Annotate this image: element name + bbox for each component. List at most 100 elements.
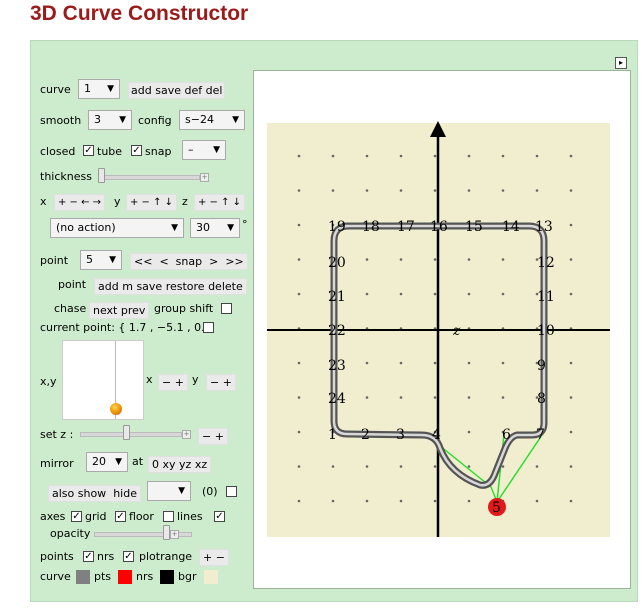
point-save-button[interactable]: save [136, 280, 162, 293]
grid-dot [467, 189, 471, 192]
point-label: point [40, 254, 69, 267]
axes-checkbox[interactable]: ✓ [71, 511, 82, 522]
expand-icon[interactable]: ▸ [615, 57, 627, 69]
setz-expand-icon[interactable]: + [182, 430, 191, 439]
plotrange-buttons[interactable]: + − [199, 549, 229, 566]
chase-prev-button[interactable]: prev [121, 304, 146, 317]
thickness-slider-thumb[interactable] [98, 168, 105, 183]
first-point-button[interactable]: << [134, 255, 152, 268]
closed-checkbox[interactable]: ✓ [83, 145, 94, 156]
grid-dot [569, 189, 573, 192]
curve-del-button[interactable]: del [206, 84, 223, 97]
grid-dot [569, 292, 573, 296]
current-point-checkbox[interactable] [203, 322, 214, 333]
opacity-expand-icon[interactable]: + [170, 530, 179, 539]
curve-select[interactable]: 1 ▼ [78, 79, 120, 99]
opacity-slider-thumb[interactable] [163, 525, 170, 540]
floor-color-swatch[interactable] [204, 570, 218, 584]
axes-label: axes [40, 510, 66, 523]
next-point-button[interactable]: > [209, 255, 218, 268]
point-add-button[interactable]: add [98, 280, 119, 293]
prev-point-button[interactable]: < [159, 255, 168, 268]
lines-checkbox[interactable]: ✓ [214, 511, 225, 522]
config-label: config [138, 114, 172, 127]
point-select[interactable]: 5 ▼ [80, 250, 122, 270]
grid-dot [535, 154, 539, 158]
nrs-color-swatch[interactable] [118, 570, 132, 584]
curve-save-button[interactable]: save [155, 84, 181, 97]
chevron-down-icon: ▼ [115, 457, 122, 467]
action-select[interactable]: (no action) ▼ [50, 218, 184, 238]
snap-select[interactable]: – ▼ [182, 140, 226, 160]
angle-select[interactable]: 30 ▼ [190, 218, 240, 238]
xy-label: x,y [40, 375, 57, 388]
floor-checkbox[interactable] [163, 511, 174, 522]
y-move-buttons[interactable]: + − ↑ ↓ [126, 194, 178, 211]
pts-color-swatch[interactable] [76, 570, 90, 584]
grid-dot [433, 396, 437, 399]
xy-pad-handle[interactable] [110, 403, 122, 415]
mirror-xz-button[interactable]: xz [195, 458, 207, 471]
mirror-0-button[interactable]: 0 [152, 458, 159, 471]
point-actions-label: point [58, 278, 87, 291]
setz-nudge-buttons[interactable]: − + [198, 428, 228, 445]
grid-dot [399, 465, 403, 468]
chevron-down-icon: ▼ [119, 115, 126, 125]
thickness-label: thickness [40, 170, 92, 183]
bgr-color-swatch[interactable] [160, 570, 174, 584]
chase-next-button[interactable]: next [93, 304, 117, 317]
chevron-down-icon: ▼ [178, 486, 185, 496]
grid-dot [535, 499, 539, 503]
plot-svg[interactable]: z 1 2 3 456 78910111213141516171819202122232… [254, 71, 630, 588]
grid-dot [535, 189, 539, 192]
grid-dot [297, 361, 301, 365]
grid-dot [365, 189, 369, 192]
point-number-label: 11 [537, 289, 555, 305]
point-delete-button[interactable]: delete [208, 280, 243, 293]
point-number-label: 4 [432, 427, 441, 443]
grid-dot [331, 189, 335, 192]
grid-dot [399, 154, 403, 158]
zero-label: (0) [202, 485, 218, 498]
thickness-expand-icon[interactable]: + [200, 173, 209, 182]
also-show-button[interactable]: also show hide [48, 485, 141, 502]
grid-dot [433, 499, 437, 503]
mirror-yz-button[interactable]: yz [179, 458, 191, 471]
z-move-buttons[interactable]: + − ↑ ↓ [194, 194, 246, 211]
hide-button[interactable]: hide [113, 487, 137, 500]
x-nudge-buttons[interactable]: − + [158, 374, 188, 391]
tube-label: tube [97, 145, 123, 158]
also-show-select[interactable]: ▼ [147, 481, 191, 501]
smooth-select[interactable]: 3 ▼ [88, 110, 132, 130]
curve-add-button[interactable]: add [131, 84, 152, 97]
x-move-buttons[interactable]: + − ← → [54, 194, 106, 211]
z-label: z [182, 195, 188, 208]
setz-slider[interactable] [80, 432, 182, 437]
last-point-button[interactable]: >> [225, 255, 243, 268]
y-nudge-buttons[interactable]: − + [206, 374, 236, 391]
group-shift-checkbox[interactable] [221, 303, 232, 314]
smooth-label: smooth [40, 114, 82, 127]
setz-slider-thumb[interactable] [123, 425, 130, 440]
point-number-label: 6 [502, 427, 511, 443]
point-m-button[interactable]: m [122, 280, 133, 293]
grid-dot [399, 292, 403, 296]
grid-checkbox[interactable]: ✓ [115, 511, 126, 522]
nrs-checkbox[interactable]: ✓ [123, 551, 134, 562]
tube-checkbox[interactable]: ✓ [131, 145, 142, 156]
point-restore-button[interactable]: restore [166, 280, 205, 293]
zero-checkbox[interactable] [226, 486, 237, 497]
mirror-select[interactable]: 20 ▼ [86, 452, 128, 472]
points-checkbox[interactable]: ✓ [83, 551, 94, 562]
xy-pad[interactable] [62, 340, 144, 420]
chevron-down-icon: ▼ [232, 115, 239, 125]
point-number-label: 12 [537, 255, 555, 271]
grid-dot [433, 361, 437, 365]
point-number-label: 13 [535, 219, 553, 235]
plot-canvas[interactable]: z 1 2 3 4 5 6 7 8 9 10 11 12 13 14 15 16 17 18 19 20 21 22 23 2… [253, 70, 631, 589]
thickness-slider[interactable] [98, 175, 200, 180]
snap-point-button[interactable]: snap [176, 255, 202, 268]
mirror-xy-button[interactable]: xy [163, 458, 176, 471]
config-select[interactable]: s−24 ▼ [179, 110, 245, 130]
curve-def-button[interactable]: def [184, 84, 202, 97]
